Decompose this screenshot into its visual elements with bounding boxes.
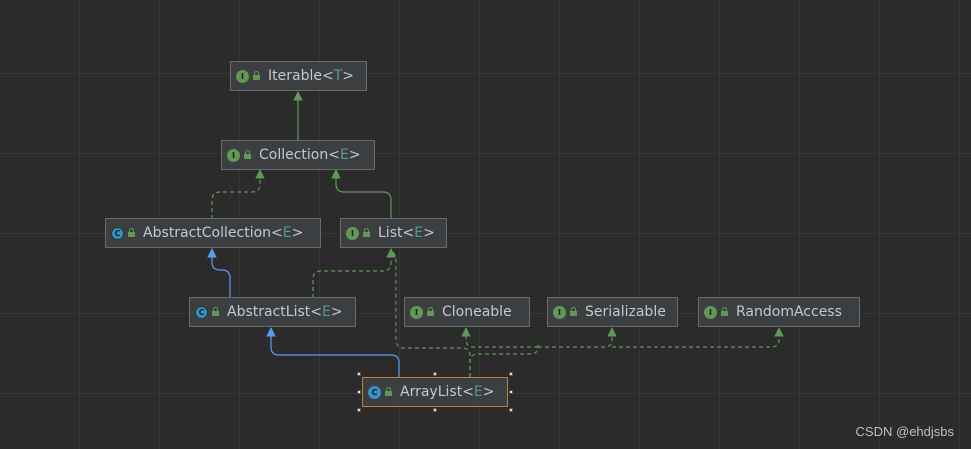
node-list[interactable]: I List<E> [340,218,447,248]
abstract-class-icon: C [195,305,208,319]
node-serializable[interactable]: I Serializable [547,297,678,327]
node-label: List<E> [378,225,435,241]
edge-arraylist-randomaccess [612,327,784,348]
public-lock-icon [385,387,392,396]
edge-abstractlist-list [312,248,396,298]
resize-handle-e[interactable] [509,390,513,394]
node-randomaccess[interactable]: I RandomAccess [698,297,860,327]
node-collection[interactable]: I Collection<E> [221,140,375,170]
edge-abstractcollection-collection [211,169,265,219]
edge-arraylist-trunk [469,345,539,377]
public-lock-icon [244,150,251,159]
edge-abstractlist-abstractcollection [207,248,231,298]
class-icon: C [368,385,381,399]
resize-handle-n[interactable] [433,372,437,376]
node-label: AbstractCollection<E> [143,225,304,241]
abstract-class-icon: C [111,226,124,240]
interface-icon: I [704,305,717,319]
node-label: ArrayList<E> [400,384,495,400]
resize-handle-se[interactable] [509,408,513,412]
node-label: RandomAccess [736,304,842,320]
public-lock-icon [570,307,577,316]
public-lock-icon [721,307,728,316]
resize-handle-sw[interactable] [357,408,361,412]
resize-handle-w[interactable] [357,390,361,394]
public-lock-icon [427,307,434,316]
node-label: AbstractList<E> [227,304,343,320]
resize-handle-nw[interactable] [357,372,361,376]
resize-handle-ne[interactable] [509,372,513,376]
interface-icon: I [410,305,423,319]
watermark: CSDN @ehdjsbs [855,424,954,439]
edge-list-collection [331,169,392,219]
edge-arraylist-abstractlist [266,327,400,377]
edge-arraylist-serializable [538,327,617,348]
public-lock-icon [212,307,219,316]
diagram-canvas[interactable]: I Iterable<T> I Collection<E> C Abstract… [0,0,971,449]
node-arraylist[interactable]: C ArrayList<E> [362,377,508,407]
public-lock-icon [128,228,135,237]
node-label: Iterable<T> [268,68,354,84]
node-label: Collection<E> [259,147,361,163]
interface-icon: I [227,148,240,162]
node-label: Serializable [585,304,666,320]
node-abstractcollection[interactable]: C AbstractCollection<E> [105,218,321,248]
edge-arraylist-cloneable [461,327,538,348]
resize-handle-s[interactable] [433,408,437,412]
public-lock-icon [363,228,370,237]
public-lock-icon [253,71,260,80]
interface-icon: I [553,305,566,319]
node-cloneable[interactable]: I Cloneable [404,297,530,327]
interface-icon: I [346,226,359,240]
node-iterable[interactable]: I Iterable<T> [230,61,367,91]
node-label: Cloneable [442,304,512,320]
node-abstractlist[interactable]: C AbstractList<E> [189,297,356,327]
interface-icon: I [236,69,249,83]
